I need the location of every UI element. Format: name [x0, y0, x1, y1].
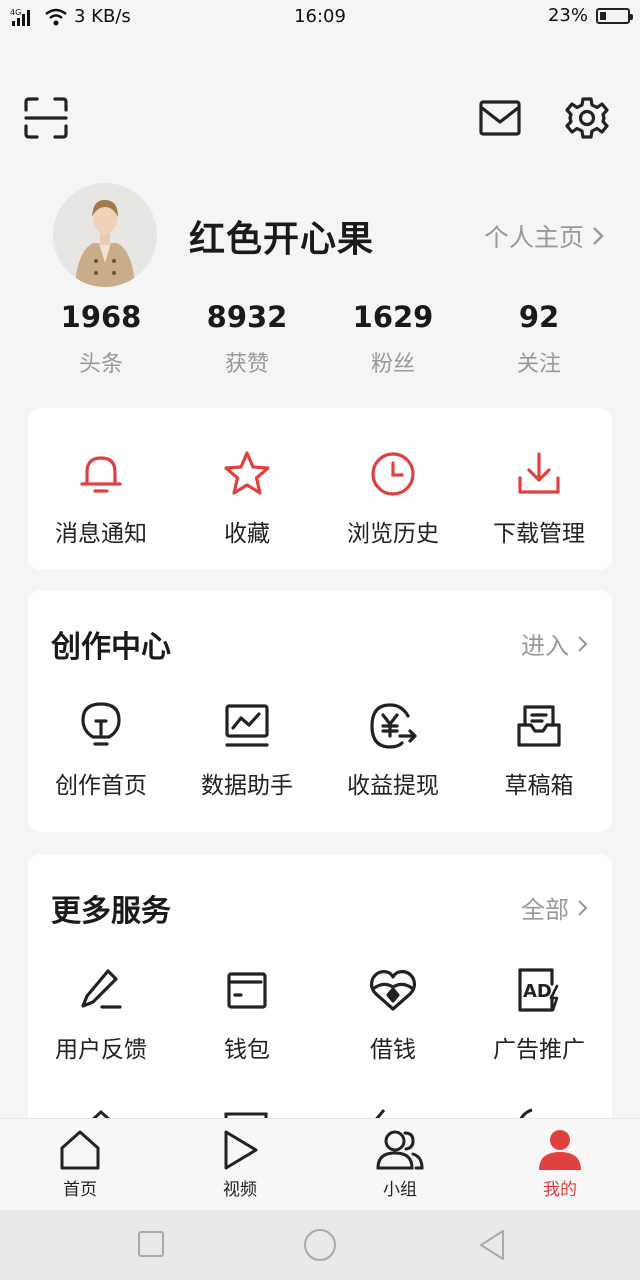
avatar-image — [53, 183, 157, 287]
home-icon — [60, 1130, 100, 1170]
creation-item-label: 草稿箱 — [504, 773, 574, 799]
play-icon — [224, 1130, 258, 1170]
more-services-all[interactable]: 全部 — [521, 890, 588, 925]
stat-value: 1629 — [352, 300, 434, 334]
homepage-link[interactable]: 个人主页 — [484, 218, 604, 254]
status-right: 23% — [547, 5, 633, 26]
creation-center-enter[interactable]: 进入 — [521, 626, 588, 661]
quick-action-label: 下载管理 — [493, 521, 585, 547]
tab-bar: 首页 视频 小组 我的 — [0, 1118, 640, 1211]
quick-action-notifications[interactable]: 消息通知 — [28, 446, 174, 548]
service-ads[interactable]: AD 广告推广 — [466, 962, 612, 1064]
stat-label: 粉丝 — [370, 352, 415, 377]
quick-action-label: 消息通知 — [55, 521, 147, 547]
username: 红色开心果 — [189, 219, 375, 260]
service-loan[interactable]: 借钱 — [320, 962, 466, 1064]
download-icon — [518, 452, 560, 494]
scan-icon — [24, 97, 68, 139]
yuan-icon — [370, 703, 417, 749]
tab-label: 小组 — [383, 1180, 417, 1200]
creation-item-label: 创作首页 — [55, 773, 147, 799]
tab-label: 视频 — [223, 1180, 257, 1200]
quick-action-label: 收藏 — [224, 521, 270, 547]
quick-action-favorites[interactable]: 收藏 — [174, 446, 320, 548]
chevron-right-icon — [578, 899, 588, 916]
home-nav-button[interactable] — [303, 1228, 337, 1262]
gear-icon — [565, 97, 609, 139]
service-wallet[interactable]: 钱包 — [174, 962, 320, 1064]
battery-fill — [600, 11, 606, 20]
stat-label: 关注 — [516, 352, 561, 377]
service-feedback[interactable]: 用户反馈 — [28, 962, 174, 1064]
creation-item-label: 收益提现 — [347, 773, 439, 799]
creation-center-title: 创作中心 — [51, 630, 171, 665]
clock: 16:09 — [294, 6, 346, 27]
loan-icon — [369, 970, 417, 1011]
quick-action-label: 浏览历史 — [347, 521, 439, 547]
stat-value: 1968 — [60, 300, 142, 334]
creation-center-row: 创作首页 数据助手 收益提现 草稿箱 — [28, 698, 612, 800]
person-icon — [539, 1130, 581, 1170]
mail-icon — [479, 100, 521, 136]
lightbulb-icon — [81, 702, 121, 746]
mail-button[interactable] — [476, 94, 524, 142]
stats-row: 1968 头条 8932 获赞 1629 粉丝 92 关注 — [28, 300, 612, 378]
stat-following[interactable]: 92 关注 — [466, 300, 612, 378]
chart-icon — [225, 704, 269, 747]
ad-icon: AD — [518, 968, 559, 1012]
stat-label: 获赞 — [224, 352, 269, 377]
group-icon — [376, 1130, 424, 1170]
tab-label: 首页 — [63, 1180, 97, 1200]
clock-icon — [371, 452, 415, 496]
status-bar: 4G 3 KB/s 16:09 23% — [0, 0, 640, 34]
wallet-icon — [227, 972, 267, 1009]
creation-item-earnings[interactable]: 收益提现 — [320, 698, 466, 800]
back-button[interactable] — [478, 1229, 506, 1261]
homepage-label: 个人主页 — [483, 223, 584, 252]
all-label: 全部 — [521, 896, 569, 924]
stat-value: 8932 — [206, 300, 288, 334]
enter-label: 进入 — [521, 632, 569, 660]
stat-label: 头条 — [78, 352, 123, 377]
tab-video[interactable]: 视频 — [160, 1119, 320, 1211]
creation-item-drafts[interactable]: 草稿箱 — [466, 698, 612, 800]
more-services-title: 更多服务 — [51, 894, 171, 929]
system-nav-bar — [0, 1210, 640, 1280]
tab-label: 我的 — [543, 1180, 577, 1200]
battery-icon — [596, 7, 633, 24]
stat-headlines[interactable]: 1968 头条 — [28, 300, 174, 378]
bell-icon — [80, 456, 122, 493]
service-label: 钱包 — [224, 1037, 270, 1063]
creation-item-home[interactable]: 创作首页 — [28, 698, 174, 800]
scan-button[interactable] — [22, 94, 70, 142]
chevron-right-icon — [578, 635, 588, 652]
star-icon — [224, 451, 270, 495]
creation-center-card: 创作中心 进入 创作首页 数据助手 收益提现 草稿箱 — [28, 590, 612, 832]
creation-item-data[interactable]: 数据助手 — [174, 698, 320, 800]
quick-action-downloads[interactable]: 下载管理 — [466, 446, 612, 548]
settings-button[interactable] — [563, 94, 611, 142]
more-services-row: 用户反馈 钱包 借钱 AD 广告推广 — [28, 962, 612, 1064]
quick-action-history[interactable]: 浏览历史 — [320, 446, 466, 548]
quick-actions-row: 消息通知 收藏 浏览历史 下载管理 — [28, 446, 612, 548]
avatar[interactable] — [53, 183, 157, 287]
tab-group[interactable]: 小组 — [320, 1119, 480, 1211]
more-services-card: 更多服务 全部 用户反馈 钱包 借钱 AD 广告推广 — [28, 854, 612, 1144]
battery-percent: 23% — [547, 5, 588, 26]
stat-value: 92 — [518, 300, 560, 334]
tab-me[interactable]: 我的 — [480, 1119, 640, 1211]
tab-home[interactable]: 首页 — [0, 1119, 160, 1211]
svg-text:AD: AD — [523, 981, 552, 1002]
service-label: 广告推广 — [493, 1037, 585, 1063]
pencil-icon — [81, 969, 122, 1009]
service-label: 用户反馈 — [55, 1037, 147, 1063]
stat-likes[interactable]: 8932 获赞 — [174, 300, 320, 378]
stat-followers[interactable]: 1629 粉丝 — [320, 300, 466, 378]
recents-button[interactable] — [137, 1230, 165, 1258]
creation-item-label: 数据助手 — [201, 773, 293, 799]
service-label: 借钱 — [370, 1037, 416, 1063]
chevron-right-icon — [593, 227, 604, 245]
inbox-icon — [517, 705, 561, 747]
quick-actions-card: 消息通知 收藏 浏览历史 下载管理 — [28, 408, 612, 570]
